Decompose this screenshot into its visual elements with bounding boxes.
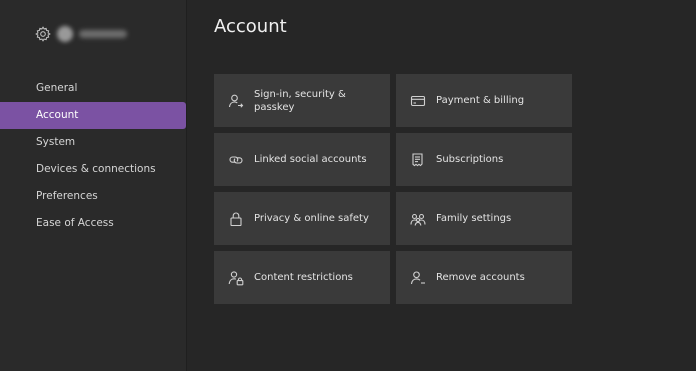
tile-label: Content restrictions: [254, 272, 353, 283]
tile-content-restrictions[interactable]: Content restrictions: [214, 251, 390, 304]
person-arrow-icon: [228, 93, 244, 109]
tile-label: Remove accounts: [436, 272, 525, 283]
gamertag-redacted: [79, 30, 127, 38]
page-title: Account: [214, 16, 287, 37]
family-icon: [410, 211, 426, 227]
sidebar-item-preferences[interactable]: Preferences: [0, 183, 186, 210]
lock-icon: [228, 211, 244, 227]
tile-remove-accounts[interactable]: Remove accounts: [396, 251, 572, 304]
sidebar-item-ease-of-access[interactable]: Ease of Access: [0, 210, 186, 237]
avatar: [57, 26, 73, 42]
tile-sign-in-security[interactable]: Sign-in, security & passkey: [214, 74, 390, 127]
gear-icon: [35, 26, 51, 42]
person-remove-icon: [410, 270, 426, 286]
sidebar: General Account System Devices & connect…: [0, 0, 187, 371]
card-icon: [410, 93, 426, 109]
tile-label: Subscriptions: [436, 154, 504, 165]
tile-family-settings[interactable]: Family settings: [396, 192, 572, 245]
sidebar-item-devices-connections[interactable]: Devices & connections: [0, 156, 186, 183]
tile-privacy-online-safety[interactable]: Privacy & online safety: [214, 192, 390, 245]
person-lock-icon: [228, 270, 244, 286]
receipt-icon: [410, 152, 426, 168]
account-tiles: Sign-in, security & passkey Payment & bi…: [214, 74, 572, 304]
sidebar-nav: General Account System Devices & connect…: [0, 75, 186, 237]
tile-linked-social-accounts[interactable]: Linked social accounts: [214, 133, 390, 186]
tile-label: Privacy & online safety: [254, 213, 369, 224]
sidebar-item-account[interactable]: Account: [0, 102, 186, 129]
profile-header[interactable]: [35, 24, 127, 44]
tile-payment-billing[interactable]: Payment & billing: [396, 74, 572, 127]
tile-label: Sign-in, security & passkey: [254, 88, 346, 113]
tile-label: Linked social accounts: [254, 154, 367, 165]
sidebar-item-system[interactable]: System: [0, 129, 186, 156]
link-icon: [228, 152, 244, 168]
tile-label: Payment & billing: [436, 95, 525, 106]
tile-label: Family settings: [436, 213, 512, 224]
sidebar-item-general[interactable]: General: [0, 75, 186, 102]
tile-subscriptions[interactable]: Subscriptions: [396, 133, 572, 186]
